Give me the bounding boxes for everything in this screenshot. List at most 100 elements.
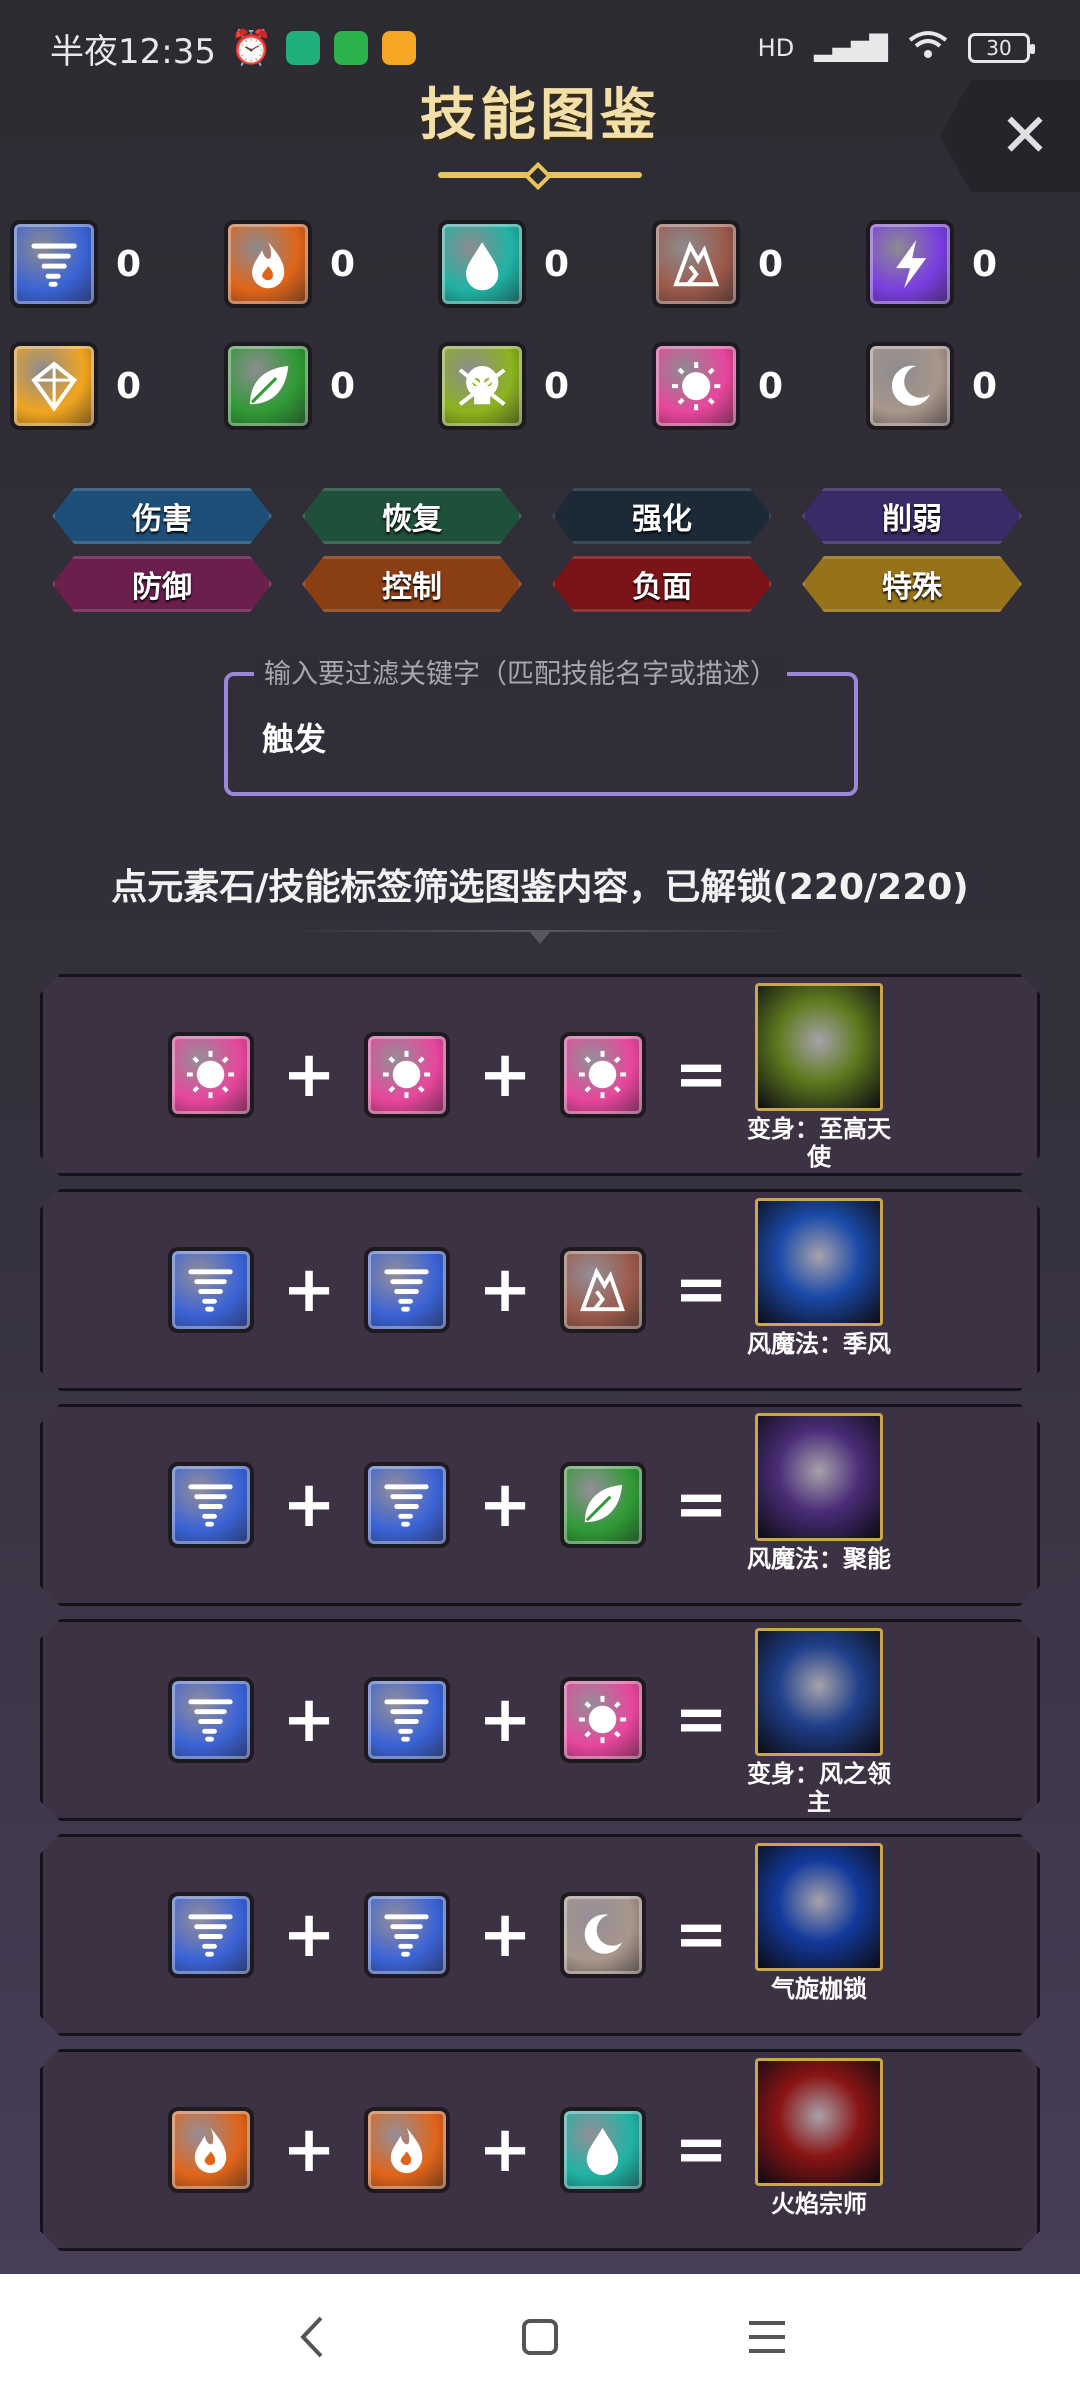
recipe-input-stone[interactable] xyxy=(560,1462,646,1548)
droplet-icon xyxy=(465,241,499,291)
element-count: 0 xyxy=(972,243,998,285)
skill-icon xyxy=(755,2058,883,2186)
skull-element-stone[interactable] xyxy=(438,342,526,430)
recipe-input-stone[interactable] xyxy=(560,1892,646,1978)
recipe-row[interactable]: + + = 变身：风之领主 xyxy=(40,1619,1040,1821)
droplet-element-stone[interactable] xyxy=(438,220,526,308)
skill-tag-filters: 伤害 恢复 强化 削弱防御 控制 负面 特殊 xyxy=(52,488,1032,612)
tag-filter[interactable]: 控制 xyxy=(302,556,522,612)
recipe-input-stone[interactable] xyxy=(168,1032,254,1118)
element-water[interactable]: 0 xyxy=(438,220,652,308)
tag-filter[interactable]: 恢复 xyxy=(302,488,522,544)
plus-sign: + xyxy=(478,1683,532,1757)
flame-icon xyxy=(195,2128,227,2174)
element-thunder[interactable]: 0 xyxy=(866,220,1080,308)
recipe-result[interactable]: 风魔法：聚能 xyxy=(747,1413,891,1573)
recipe-input-stone[interactable] xyxy=(168,1677,254,1763)
recipe-result[interactable]: 气旋枷锁 xyxy=(753,1843,885,2003)
equals-sign: = xyxy=(674,2113,728,2187)
tornado-element-stone[interactable] xyxy=(10,220,98,308)
tornado-icon xyxy=(384,1699,430,1743)
tag-filter[interactable]: 强化 xyxy=(552,488,772,544)
tag-filter[interactable]: 防御 xyxy=(52,556,272,612)
recipe-input-stone[interactable] xyxy=(364,1892,450,1978)
tag-filter[interactable]: 负面 xyxy=(552,556,772,612)
element-poison[interactable]: 0 xyxy=(438,342,652,430)
clock-text: 半夜12:35 xyxy=(50,31,216,72)
recipe-input-stone[interactable] xyxy=(560,1247,646,1333)
leaf-element-stone[interactable] xyxy=(224,342,312,430)
recipe-input-stone[interactable] xyxy=(168,1462,254,1548)
menu-icon xyxy=(748,2321,785,2353)
wifi-icon xyxy=(908,30,948,66)
recipe-input-stone[interactable] xyxy=(364,1247,450,1333)
recipe-input-stone[interactable] xyxy=(560,1032,646,1118)
recipe-result[interactable]: 变身：风之领主 xyxy=(747,1628,891,1816)
back-button[interactable] xyxy=(283,2307,343,2367)
tornado-icon xyxy=(188,1484,234,1528)
recents-button[interactable] xyxy=(737,2307,797,2367)
recipe-formula: + + = xyxy=(168,2052,756,2248)
moon-element-stone[interactable] xyxy=(866,342,954,430)
element-earth[interactable]: 0 xyxy=(652,220,866,308)
sun-element-stone[interactable] xyxy=(652,342,740,430)
tag-filter[interactable]: 削弱 xyxy=(802,488,1022,544)
element-count: 0 xyxy=(758,365,784,407)
flame-icon xyxy=(391,2128,423,2174)
recipe-input-stone[interactable] xyxy=(364,1032,450,1118)
recipe-row[interactable]: + + = 气旋枷锁 xyxy=(40,1834,1040,2036)
plus-sign: + xyxy=(282,1253,336,1327)
element-nature[interactable]: 0 xyxy=(224,342,438,430)
plus-sign: + xyxy=(282,1038,336,1112)
rock-element-stone[interactable] xyxy=(652,220,740,308)
recipe-input-stone[interactable] xyxy=(560,1677,646,1763)
leaf-icon xyxy=(249,365,289,405)
skill-name: 气旋枷锁 xyxy=(771,1975,867,2003)
recipe-input-stone[interactable] xyxy=(364,2107,450,2193)
element-fire[interactable]: 0 xyxy=(224,220,438,308)
skill-icon xyxy=(755,1198,883,1326)
element-count: 0 xyxy=(330,365,356,407)
wechat-icon xyxy=(334,31,369,65)
recipe-input-stone[interactable] xyxy=(364,1677,450,1763)
element-light[interactable]: 0 xyxy=(10,342,224,430)
flame-icon xyxy=(251,241,285,289)
droplet-icon xyxy=(587,2128,619,2176)
lightning-icon xyxy=(895,239,927,289)
battery-icon: 30 xyxy=(968,33,1035,63)
plus-sign: + xyxy=(282,2113,336,2187)
back-icon xyxy=(300,2316,323,2358)
element-wind[interactable]: 0 xyxy=(10,220,224,308)
tag-filter[interactable]: 特殊 xyxy=(802,556,1022,612)
network-type: HD xyxy=(757,34,795,62)
recipe-result[interactable]: 风魔法：季风 xyxy=(747,1198,891,1358)
recipe-formula: + + = xyxy=(168,1837,756,2033)
recipe-result[interactable]: 变身：至高天使 xyxy=(747,983,891,1171)
element-stone-grid: 0 0 0 0 0 0 0 0 0 0 xyxy=(10,220,1070,430)
plus-sign: + xyxy=(478,1253,532,1327)
recipe-input-stone[interactable] xyxy=(168,1247,254,1333)
tornado-icon xyxy=(188,1914,234,1958)
status-right: HD ▂▄▆█ 30 xyxy=(757,30,1035,66)
recipe-row[interactable]: + + = 火焰宗师 xyxy=(40,2049,1040,2251)
recipe-row[interactable]: + + = 变身：至高天使 xyxy=(40,974,1040,1176)
plus-sign: + xyxy=(478,1468,532,1542)
recipe-input-stone[interactable] xyxy=(168,2107,254,2193)
tag-filter[interactable]: 伤害 xyxy=(52,488,272,544)
recipe-input-stone[interactable] xyxy=(560,2107,646,2193)
element-dark[interactable]: 0 xyxy=(866,342,1080,430)
skill-name: 变身：至高天使 xyxy=(747,1115,891,1171)
lightning-element-stone[interactable] xyxy=(866,220,954,308)
recipe-row[interactable]: + + = 风魔法：聚能 xyxy=(40,1404,1040,1606)
recipe-result[interactable]: 火焰宗师 xyxy=(753,2058,885,2218)
crystal-element-stone[interactable] xyxy=(10,342,98,430)
recipe-row[interactable]: + + = 风魔法：季风 xyxy=(40,1189,1040,1391)
flame-element-stone[interactable] xyxy=(224,220,312,308)
recipe-input-stone[interactable] xyxy=(364,1462,450,1548)
search-input[interactable] xyxy=(262,712,822,762)
skill-icon xyxy=(755,1413,883,1541)
close-icon: ✕ xyxy=(999,101,1051,171)
recipe-input-stone[interactable] xyxy=(168,1892,254,1978)
element-holy[interactable]: 0 xyxy=(652,342,866,430)
home-button[interactable] xyxy=(510,2307,570,2367)
